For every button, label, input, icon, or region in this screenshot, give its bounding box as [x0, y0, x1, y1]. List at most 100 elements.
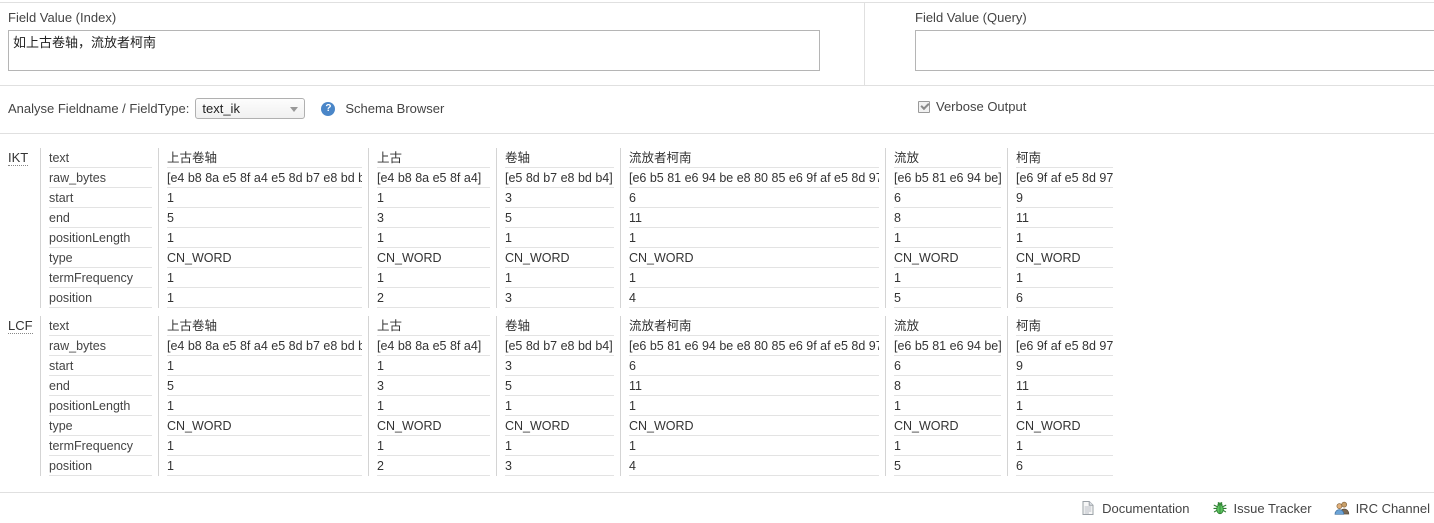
token-term-frequency: 1	[894, 268, 1001, 288]
token-column: 上古卷轴 [e4 b8 8a e5 8f a4 e5 8d b7 e8 bd b…	[158, 316, 368, 476]
token-position-length: 1	[894, 228, 1001, 248]
token-position: 3	[505, 456, 614, 476]
token-position-length: 1	[1016, 228, 1113, 248]
field-value-query-panel: Field Value (Query)	[915, 10, 1434, 71]
token-position: 1	[167, 288, 362, 308]
token-start: 1	[167, 356, 362, 376]
token-type: CN_WORD	[629, 248, 879, 268]
token-raw-bytes: [e6 9f af e5 8d 97]	[1016, 168, 1113, 188]
token-column: 柯南 [e6 9f af e5 8d 97] 9 11 1 CN_WORD 1 …	[1007, 316, 1119, 476]
attr-label: termFrequency	[49, 436, 152, 456]
token-column: 卷轴 [e5 8d b7 e8 bd b4] 3 5 1 CN_WORD 1 3	[496, 316, 620, 476]
token-text: 柯南	[1016, 316, 1113, 336]
token-position: 2	[377, 288, 490, 308]
irc-channel-label: IRC Channel	[1356, 501, 1430, 516]
token-type: CN_WORD	[377, 248, 490, 268]
field-value-query-label: Field Value (Query)	[915, 10, 1434, 26]
question-circle-icon[interactable]: ?	[321, 102, 335, 116]
analyse-fieldtype-label: Analyse Fieldname / FieldType:	[8, 101, 189, 116]
token-end: 8	[894, 208, 1001, 228]
attr-label: position	[49, 288, 152, 308]
token-term-frequency: 1	[894, 436, 1001, 456]
issue-tracker-label: Issue Tracker	[1234, 501, 1312, 516]
token-end: 3	[377, 376, 490, 396]
field-value-query-input[interactable]	[915, 30, 1434, 71]
token-raw-bytes: [e6 b5 81 e6 94 be]	[894, 336, 1001, 356]
token-type: CN_WORD	[505, 416, 614, 436]
token-column: 流放者柯南 [e6 b5 81 e6 94 be e8 80 85 e6 9f …	[620, 316, 885, 476]
analyzer-key-abbr[interactable]: LCF	[8, 318, 33, 334]
token-position: 3	[505, 288, 614, 308]
token-term-frequency: 1	[167, 268, 362, 288]
token-type: CN_WORD	[1016, 248, 1113, 268]
token-position-length: 1	[167, 396, 362, 416]
token-start: 6	[629, 356, 879, 376]
token-start: 1	[167, 188, 362, 208]
fieldtype-select[interactable]: text_ik	[195, 98, 305, 119]
analyzer-key-abbr[interactable]: IKT	[8, 150, 28, 166]
token-type: CN_WORD	[377, 416, 490, 436]
field-value-index-input[interactable]	[8, 30, 820, 71]
attr-label: positionLength	[49, 228, 152, 248]
token-term-frequency: 1	[1016, 436, 1113, 456]
token-column: 流放 [e6 b5 81 e6 94 be] 6 8 1 CN_WORD 1 5	[885, 148, 1007, 308]
token-raw-bytes: [e4 b8 8a e5 8f a4 e5 8d b7 e8 bd b4]	[167, 168, 362, 188]
attribute-label-column: text raw_bytes start end positionLength …	[40, 148, 158, 308]
token-text: 上古	[377, 316, 490, 336]
verbose-output-checkbox[interactable]	[918, 101, 930, 113]
panels-vertical-divider	[864, 3, 865, 85]
token-raw-bytes: [e5 8d b7 e8 bd b4]	[505, 336, 614, 356]
attr-label: raw_bytes	[49, 336, 152, 356]
analyse-divider	[0, 133, 1434, 134]
token-position: 4	[629, 456, 879, 476]
schema-browser-link[interactable]: Schema Browser	[345, 101, 444, 116]
token-term-frequency: 1	[629, 268, 879, 288]
attr-label: type	[49, 416, 152, 436]
token-start: 9	[1016, 188, 1113, 208]
attr-label: end	[49, 376, 152, 396]
analysis-section-lcf: LCF text raw_bytes start end positionLen…	[0, 316, 1120, 476]
token-position-length: 1	[377, 396, 490, 416]
token-type: CN_WORD	[629, 416, 879, 436]
token-text: 流放	[894, 316, 1001, 336]
token-text: 上古	[377, 148, 490, 168]
token-type: CN_WORD	[505, 248, 614, 268]
token-raw-bytes: [e4 b8 8a e5 8f a4]	[377, 168, 490, 188]
token-end: 11	[1016, 376, 1113, 396]
attr-label: start	[49, 356, 152, 376]
token-position: 1	[167, 456, 362, 476]
token-start: 3	[505, 188, 614, 208]
token-type: CN_WORD	[894, 248, 1001, 268]
attr-label: raw_bytes	[49, 168, 152, 188]
token-position-length: 1	[894, 396, 1001, 416]
token-type: CN_WORD	[894, 416, 1001, 436]
token-text: 卷轴	[505, 316, 614, 336]
token-term-frequency: 1	[1016, 268, 1113, 288]
token-end: 3	[377, 208, 490, 228]
header-divider	[0, 85, 1434, 86]
token-raw-bytes: [e6 b5 81 e6 94 be e8 80 85 e6 9f af e5 …	[629, 168, 879, 188]
attr-label: positionLength	[49, 396, 152, 416]
token-raw-bytes: [e6 b5 81 e6 94 be]	[894, 168, 1001, 188]
top-divider	[0, 2, 1434, 3]
verbose-output-row[interactable]: Verbose Output	[918, 99, 1026, 114]
irc-channel-link[interactable]: IRC Channel	[1334, 500, 1430, 516]
token-start: 3	[505, 356, 614, 376]
bug-icon	[1212, 500, 1228, 516]
token-text: 流放	[894, 148, 1001, 168]
token-raw-bytes: [e4 b8 8a e5 8f a4 e5 8d b7 e8 bd b4]	[167, 336, 362, 356]
token-raw-bytes: [e6 b5 81 e6 94 be e8 80 85 e6 9f af e5 …	[629, 336, 879, 356]
token-position: 5	[894, 288, 1001, 308]
token-position: 2	[377, 456, 490, 476]
token-position: 5	[894, 456, 1001, 476]
attr-label: text	[49, 316, 152, 336]
token-end: 11	[629, 376, 879, 396]
document-icon	[1080, 500, 1096, 516]
analysis-section-ikt: IKT text raw_bytes start end positionLen…	[0, 148, 1120, 308]
issue-tracker-link[interactable]: Issue Tracker	[1212, 500, 1312, 516]
token-position: 4	[629, 288, 879, 308]
verbose-output-label: Verbose Output	[936, 99, 1026, 114]
token-text: 上古卷轴	[167, 316, 362, 336]
documentation-link[interactable]: Documentation	[1080, 500, 1189, 516]
token-term-frequency: 1	[505, 436, 614, 456]
